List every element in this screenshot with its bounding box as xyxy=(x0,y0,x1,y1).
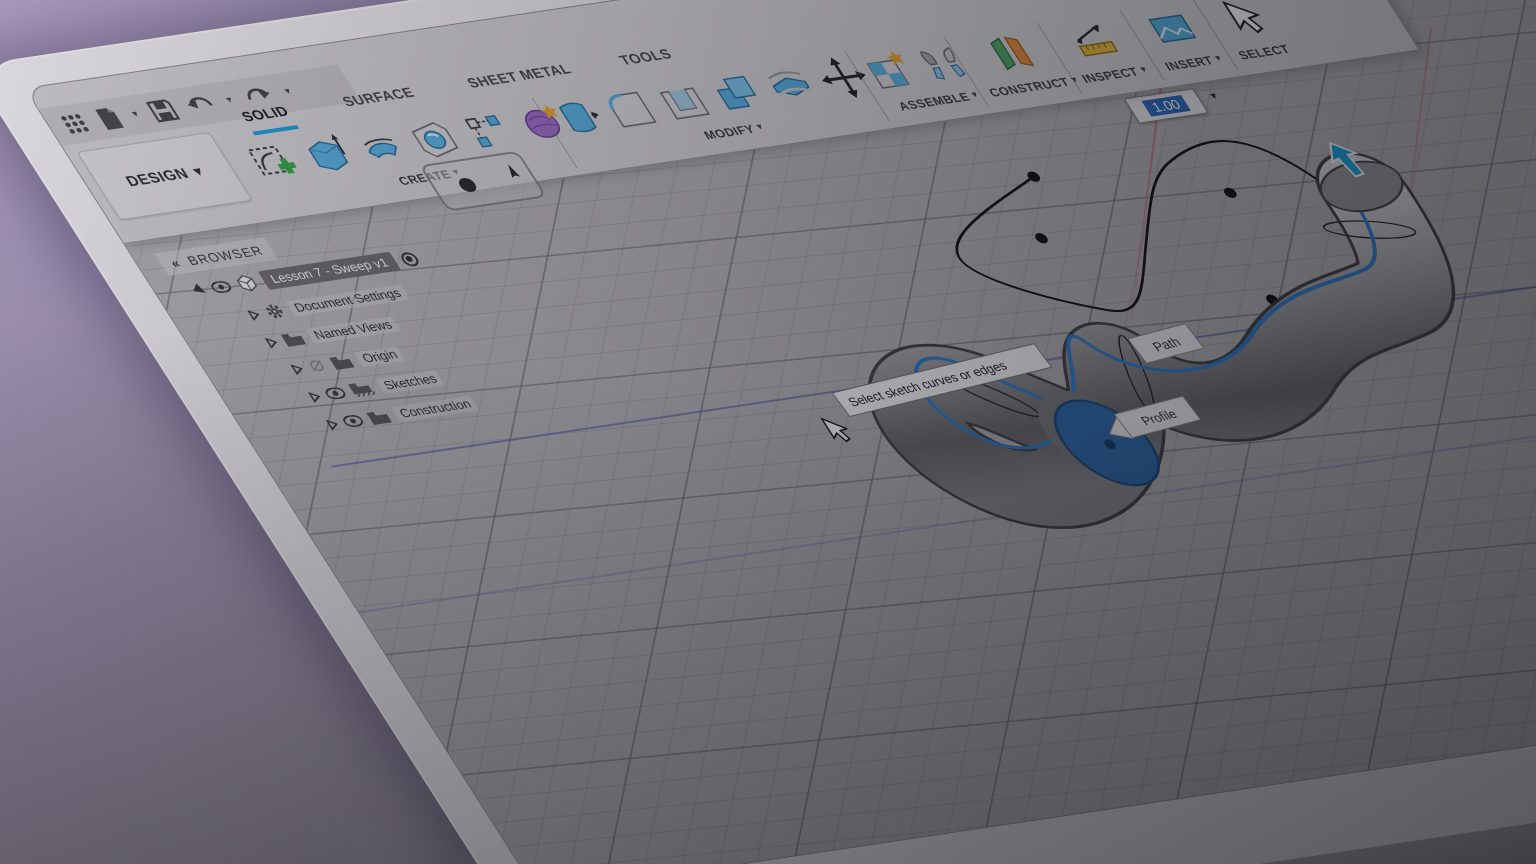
eye-icon[interactable] xyxy=(209,280,234,294)
file-new-icon[interactable] xyxy=(93,106,127,131)
expand-arrow-icon[interactable] xyxy=(290,363,305,374)
insert-canvas-icon[interactable] xyxy=(1137,5,1206,52)
activate-component-radio[interactable] xyxy=(398,251,422,267)
mouse-cursor-icon xyxy=(822,416,854,443)
photo-background: Path Profile Select sketch curves or edg… xyxy=(0,0,1536,864)
measure-icon[interactable] xyxy=(1059,17,1128,64)
file-menu-caret-icon[interactable]: ▾ xyxy=(130,110,141,120)
expanded-arrow-icon[interactable] xyxy=(193,284,207,297)
folder-icon xyxy=(279,331,308,348)
gear-icon xyxy=(260,302,288,321)
folder-icon xyxy=(365,409,394,426)
tab-tools[interactable]: TOOLS xyxy=(616,46,682,79)
component-cube-icon xyxy=(231,272,263,293)
eye-icon[interactable] xyxy=(341,414,366,428)
fusion360-window: Path Profile Select sketch curves or edg… xyxy=(24,0,1536,864)
sketch-folder-icon xyxy=(347,380,378,398)
distance-value-text: 1.00 xyxy=(1141,95,1191,117)
expand-arrow-icon[interactable] xyxy=(247,309,262,320)
select-cursor-icon[interactable] xyxy=(1210,0,1275,41)
eye-icon[interactable] xyxy=(323,386,348,400)
app-grid-icon[interactable] xyxy=(58,112,93,136)
dialog-dot-icon xyxy=(456,177,480,193)
expand-arrow-icon[interactable] xyxy=(308,391,323,402)
group-label-insert[interactable]: INSERT ▾ xyxy=(1162,52,1225,73)
workspace-label: DESIGN xyxy=(122,165,192,190)
expand-arrow-icon[interactable] xyxy=(325,418,340,429)
workspace-switcher[interactable]: DESIGN ▾ xyxy=(77,132,253,220)
redo-caret-icon[interactable]: ▾ xyxy=(283,87,294,97)
construction-plane-icon[interactable] xyxy=(978,29,1047,76)
workspace-caret-icon: ▾ xyxy=(190,164,207,179)
expand-arrow-icon[interactable] xyxy=(264,336,279,347)
collapse-panel-icon[interactable]: « xyxy=(167,255,183,270)
group-label-select[interactable]: SELECT xyxy=(1235,42,1292,62)
hidden-bulb-icon[interactable] xyxy=(305,358,329,373)
undo-icon[interactable] xyxy=(181,93,220,117)
group-label-modify[interactable]: MODIFY ▾ xyxy=(701,121,767,143)
group-label-construct[interactable]: CONSTRUCT ▾ xyxy=(986,74,1082,100)
save-icon[interactable] xyxy=(146,99,181,123)
folder-icon xyxy=(327,354,356,371)
browser-title: BROWSER xyxy=(184,243,266,268)
pen-cursor-icon xyxy=(501,163,528,185)
undo-caret-icon[interactable]: ▾ xyxy=(224,96,235,106)
